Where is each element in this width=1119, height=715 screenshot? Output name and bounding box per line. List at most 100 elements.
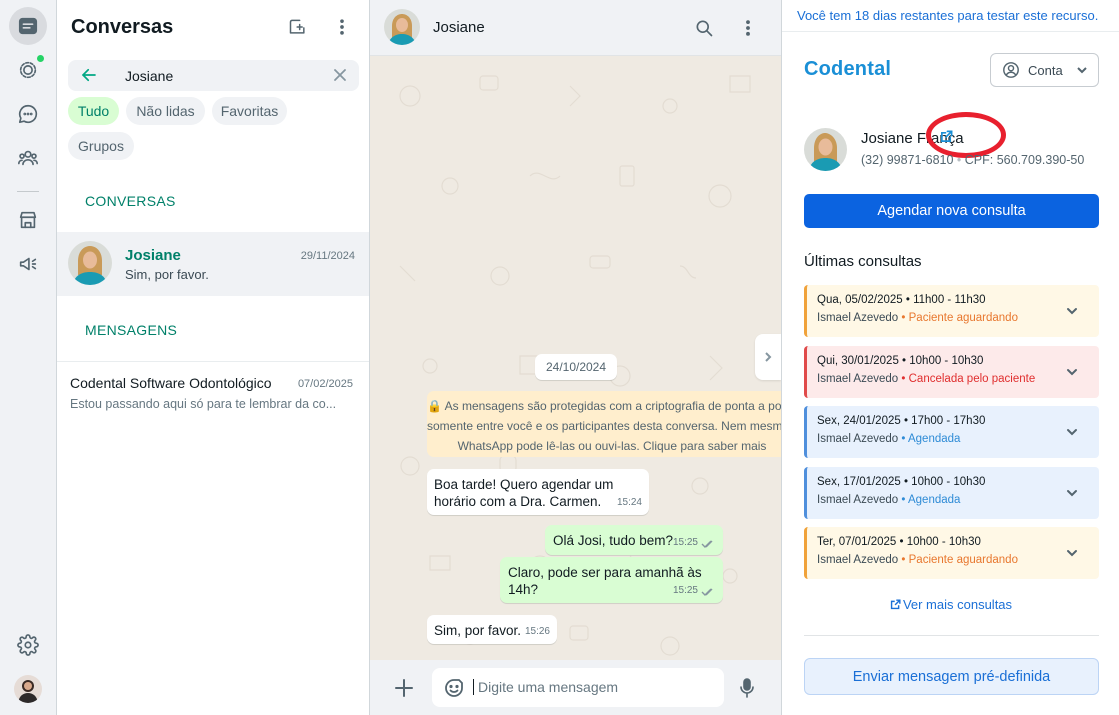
appointment-datetime: Sex, 17/01/2025 • 10h00 - 10h30 [817,476,986,488]
contact-avatar [68,241,112,285]
channels-icon[interactable] [9,95,47,133]
appointment-datetime: Sex, 24/01/2025 • 17h00 - 17h30 [817,415,986,427]
appointment-doctor: Ismael Azevedo [817,494,899,506]
appointment-doctor: Ismael Azevedo [817,433,899,445]
latest-appointments-title: Últimas consultas [804,253,922,270]
trial-notice: Você tem 18 dias restantes para testar e… [782,0,1119,32]
sticker-emoji-icon[interactable] [444,678,464,698]
outgoing-message[interactable]: Olá Josi, tudo bem? 15:25 [545,525,723,555]
appointment-card[interactable]: Sex, 24/01/2025 • 17h00 - 17h30 Ismael A… [804,406,1099,458]
patient-cpf: CPF: 560.709.390-50 [964,153,1085,167]
filter-unread[interactable]: Não lidas [126,97,205,125]
patient-contact-info: (32) 99871-6810 • CPF: 560.709.390-50 [861,153,1085,167]
message-result-name: Codental Software Odontológico [70,375,272,391]
chat-header[interactable]: Josiane [370,0,781,56]
chevron-right-icon [765,352,772,362]
incoming-message[interactable]: Sim, por favor. 15:26 [427,615,557,644]
chats-icon[interactable] [9,7,47,45]
chevron-down-icon[interactable] [1065,365,1079,379]
schedule-appointment-button[interactable]: Agendar nova consulta [804,194,1099,228]
microphone-icon[interactable] [737,677,757,699]
incoming-message[interactable]: Boa tarde! Quero agendar um horário com … [427,469,649,515]
see-more-appointments-link[interactable]: Ver mais consultas [782,597,1119,612]
chevron-down-icon[interactable] [1065,304,1079,318]
menu-icon[interactable] [330,15,354,39]
chat-menu-icon[interactable] [736,16,760,40]
double-check-icon [701,586,716,596]
chat-panel: Josiane 24/10/2024 🔒 As mensagens são pr… [370,0,781,715]
new-chat-icon[interactable] [286,15,310,39]
chevron-down-icon[interactable] [1065,425,1079,439]
codental-logo: Codental [804,58,892,80]
highlight-circle [926,112,1006,158]
message-input[interactable]: Digite uma mensagem [432,668,724,707]
encryption-notice[interactable]: 🔒 As mensagens são protegidas com a crip… [427,391,781,457]
account-dropdown[interactable]: Conta [990,53,1099,87]
message-result-preview: Estou passando aqui só para te lembrar d… [70,397,337,411]
rail-divider [17,191,39,192]
appointment-card[interactable]: Ter, 07/01/2025 • 10h00 - 10h30 Ismael A… [804,527,1099,579]
filter-all[interactable]: Tudo [68,97,119,125]
search-icon[interactable] [692,16,716,40]
chevron-down-icon[interactable] [1065,546,1079,560]
appointment-status: Paciente aguardando [908,554,1018,566]
search-value: Josiane [125,68,174,84]
appointment-status: Agendada [907,433,961,445]
user-circle-icon [1003,62,1019,78]
broadcast-icon[interactable] [9,245,47,283]
message-result-date: 07/02/2025 [297,378,353,390]
outgoing-message[interactable]: Claro, pode ser para amanhã às 14h? 15:2… [500,557,723,603]
back-arrow-icon[interactable] [80,66,98,84]
conversation-item[interactable]: Josiane 29/11/2024 Sim, por favor. [57,232,369,296]
store-icon[interactable] [9,201,47,239]
double-check-icon [701,538,716,548]
section-messages-label: MENSAGENS [85,322,178,338]
account-label: Conta [1028,62,1063,78]
profile-avatar[interactable] [14,675,42,703]
appointment-datetime: Qui, 30/01/2025 • 10h00 - 10h30 [817,355,984,367]
chevron-down-icon [1076,67,1087,74]
encryption-line: 🔒 As mensagens são protegidas com a crip… [427,399,781,413]
appointment-status: Agendada [907,494,961,506]
date-divider: 24/10/2024 [535,354,617,380]
appointment-status: Paciente aguardando [908,312,1018,324]
communities-icon[interactable] [9,139,47,177]
nav-rail [0,0,57,715]
appointment-doctor: Ismael Azevedo [817,312,899,324]
see-more-label: Ver mais consultas [902,597,1013,612]
filter-favorites[interactable]: Favoritas [212,97,287,125]
conversation-date: 29/11/2024 [300,250,355,262]
message-placeholder: Digite uma mensagem [473,679,618,695]
patient-phone: (32) 99871-6810 [861,153,954,167]
message-time: 15:25 [672,537,698,548]
appointment-card[interactable]: Qui, 30/01/2025 • 10h00 - 10h30 Ismael A… [804,346,1099,398]
patient-avatar [804,128,847,171]
codental-panel: Você tem 18 dias restantes para testar e… [781,0,1119,715]
external-link-icon [890,599,901,610]
status-icon[interactable] [9,51,47,89]
chat-contact-avatar[interactable] [384,9,420,45]
attach-plus-icon[interactable] [392,676,416,700]
send-predefined-message-button[interactable]: Enviar mensagem pré-definida [804,658,1099,695]
appointment-status: Cancelada pelo paciente [908,373,1036,385]
settings-icon[interactable] [9,626,47,664]
chat-contact-name: Josiane [433,19,485,36]
message-time: 15:26 [524,626,550,637]
filter-groups[interactable]: Grupos [68,132,134,160]
new-status-dot [37,55,44,62]
appointment-doctor: Ismael Azevedo [817,373,899,385]
appointment-card[interactable]: Qua, 05/02/2025 • 11h00 - 11h30 Ismael A… [804,285,1099,337]
toggle-sidebar-button[interactable] [755,334,781,380]
conversation-preview: Sim, por favor. [125,267,209,282]
message-result-item[interactable]: Codental Software Odontológico 07/02/202… [57,361,369,417]
conversation-name: Josiane [125,247,181,264]
message-composer: Digite uma mensagem [370,660,781,715]
clear-search-icon[interactable] [333,68,347,82]
encryption-line: somente entre você e os participantes de… [427,419,781,433]
panel-divider [804,635,1099,636]
appointment-card[interactable]: Sex, 17/01/2025 • 10h00 - 10h30 Ismael A… [804,467,1099,519]
message-time: 15:24 [616,497,642,508]
search-input[interactable]: Josiane [68,60,359,91]
chevron-down-icon[interactable] [1065,486,1079,500]
conversation-list-panel: Conversas Josiane Tudo Não lidas Favorit… [57,0,370,715]
